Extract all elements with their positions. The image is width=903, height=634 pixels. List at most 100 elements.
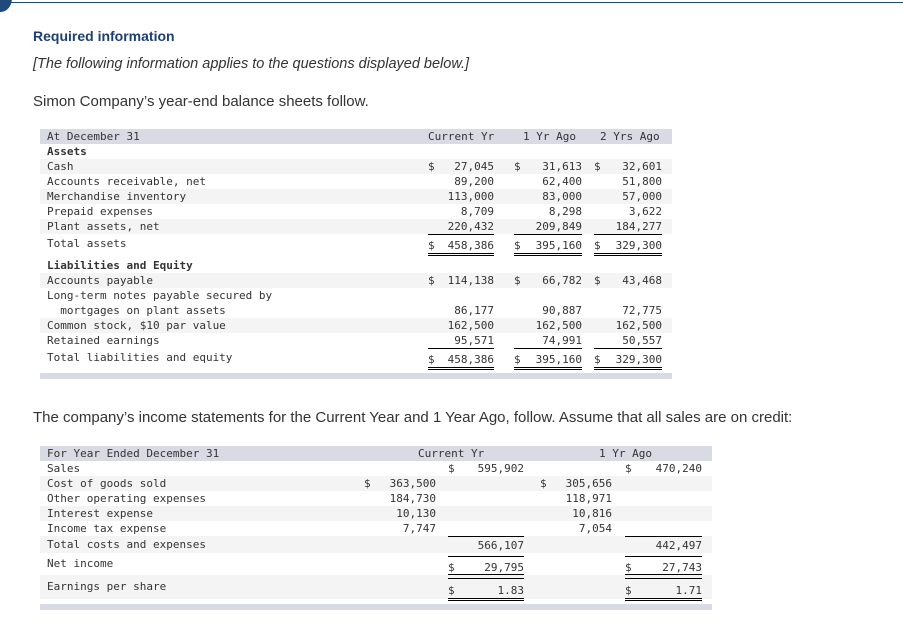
currency-symbol: $ — [594, 353, 601, 366]
amount-cell: $329,300 — [594, 350, 662, 370]
amount: 220,432 — [447, 220, 494, 233]
table-row: Total liabilities and equity $458,386 $395… — [40, 348, 672, 370]
amount-cell: 57,000 — [594, 189, 662, 204]
amount-cell: 162,500 — [514, 318, 582, 333]
amount-cell: 62,400 — [514, 174, 582, 189]
amount-cell: 89,200 — [428, 174, 494, 189]
amount: 3,622 — [628, 205, 662, 218]
amount: 51,800 — [622, 175, 662, 188]
amount: 57,000 — [622, 190, 662, 203]
section-assets: Assets — [40, 144, 672, 159]
question-marker-icon — [0, 0, 12, 12]
balance-sheet-header: At December 31 Current Yr 1 Yr Ago 2 Yrs… — [40, 129, 672, 144]
balance-sheet-intro: Simon Company’s year-end balance sheets … — [33, 93, 369, 110]
row-label: Long-term notes payable secured by — [47, 289, 273, 302]
table-row: Accounts receivable, net 89,200 62,400 51,8… — [40, 174, 672, 189]
balance-sheet-heading: At December 31 — [47, 130, 140, 143]
amount-cell: 8,709 — [428, 204, 494, 219]
amount: 395,160 — [535, 239, 582, 252]
table-row: Common stock, $10 par value 162,500 162,50… — [40, 318, 672, 333]
amount: 114,138 — [447, 274, 494, 287]
amount: 72,775 — [622, 304, 662, 317]
amount-cell: 83,000 — [514, 189, 582, 204]
amount-cell: $27,045 — [428, 159, 494, 174]
amount-cell: 50,557 — [594, 333, 662, 349]
amount: 329,300 — [615, 239, 662, 252]
amount: 66,782 — [542, 274, 582, 287]
section-label: Liabilities and Equity — [47, 259, 193, 272]
table-footer-bar — [40, 604, 712, 610]
amount-cell: 209,849 — [514, 219, 582, 235]
amount: 162,500 — [447, 319, 494, 332]
table-row: Sales $595,902 $470,240 — [40, 461, 712, 476]
column-header-current: Current Yr — [418, 447, 485, 460]
amount-cell: $458,386 — [428, 236, 494, 256]
top-divider — [0, 2, 903, 3]
amount-cell: 184,277 — [594, 219, 662, 235]
amount-cell: 51,800 — [594, 174, 662, 189]
table-row: Plant assets, net 220,432 209,849 184,277 — [40, 219, 672, 235]
currency-symbol: $ — [428, 160, 435, 173]
amount-cell: 8,298 — [514, 204, 582, 219]
amount: 162,500 — [615, 319, 662, 332]
amount: 305,656 — [565, 477, 612, 490]
amount: 74,991 — [542, 334, 582, 347]
amount-cell: 86,177 — [428, 303, 494, 318]
amount-cell: $395,160 — [514, 236, 582, 256]
amount: 83,000 — [542, 190, 582, 203]
income-statement-header: For Year Ended December 31 Current Yr 1 … — [40, 446, 712, 461]
amount-cell: 72,775 — [594, 303, 662, 318]
amount-cell: 95,571 — [428, 333, 494, 349]
currency-symbol: $ — [514, 353, 521, 366]
currency-symbol: $ — [428, 239, 435, 252]
amount-cell: 90,887 — [514, 303, 582, 318]
table-row: Interest expense 10,130 10,816 — [40, 506, 712, 521]
amount-cell: 442,497 — [625, 536, 702, 554]
amount: 162,500 — [535, 319, 582, 332]
currency-symbol: $ — [594, 239, 601, 252]
currency-symbol: $ — [625, 462, 632, 475]
amount-cell: 162,500 — [594, 318, 662, 333]
amount-cell: $32,601 — [594, 159, 662, 174]
table-row: Other operating expenses 184,730 118,971 — [40, 491, 712, 506]
column-header-1yr: 1 Yr Ago — [523, 130, 576, 143]
required-info-heading: Required information — [33, 28, 175, 44]
table-row: Total assets $458,386 $395,160 $329,300 — [40, 234, 672, 256]
amount: 27,045 — [454, 160, 494, 173]
currency-symbol: $ — [428, 274, 435, 287]
currency-symbol: $ — [514, 274, 521, 287]
currency-symbol: $ — [594, 274, 601, 287]
amount: 118,971 — [565, 492, 612, 505]
amount: 90,887 — [542, 304, 582, 317]
table-row: Long-term notes payable secured by mortg… — [40, 288, 672, 318]
amount: 43,468 — [622, 274, 662, 287]
currency-symbol: $ — [514, 239, 521, 252]
amount: 10,816 — [572, 507, 612, 520]
amount: 95,571 — [454, 334, 494, 347]
amount-cell: 118,971 — [540, 491, 612, 506]
column-header-2yr: 2 Yrs Ago — [600, 130, 660, 143]
amount-cell: $305,656 — [540, 476, 612, 491]
table-row: Cash $27,045 $31,613 $32,601 — [40, 159, 672, 174]
amount-cell: $470,240 — [625, 461, 702, 476]
amount-cell: 74,991 — [514, 333, 582, 349]
amount: 86,177 — [454, 304, 494, 317]
amount: 458,386 — [447, 353, 494, 366]
currency-symbol: $ — [514, 160, 521, 173]
income-statement-intro: The company’s income statements for the … — [33, 409, 793, 426]
section-label: Assets — [47, 145, 87, 158]
income-statement-heading: For Year Ended December 31 — [47, 447, 220, 460]
amount-cell: $395,160 — [514, 350, 582, 370]
amount: 50,557 — [622, 334, 662, 347]
amount-cell: $43,468 — [594, 273, 662, 288]
amount: 8,298 — [548, 205, 582, 218]
amount-cell: 220,432 — [428, 219, 494, 235]
section-liabilities: Liabilities and Equity — [40, 258, 672, 273]
amount-cell: 10,816 — [540, 506, 612, 521]
income-statement-table: For Year Ended December 31 Current Yr 1 … — [40, 446, 712, 610]
column-header-1yr: 1 Yr Ago — [599, 447, 652, 460]
currency-symbol: $ — [428, 353, 435, 366]
table-footer-bar — [40, 373, 672, 379]
currency-symbol: $ — [594, 160, 601, 173]
currency-symbol: $ — [540, 477, 547, 490]
